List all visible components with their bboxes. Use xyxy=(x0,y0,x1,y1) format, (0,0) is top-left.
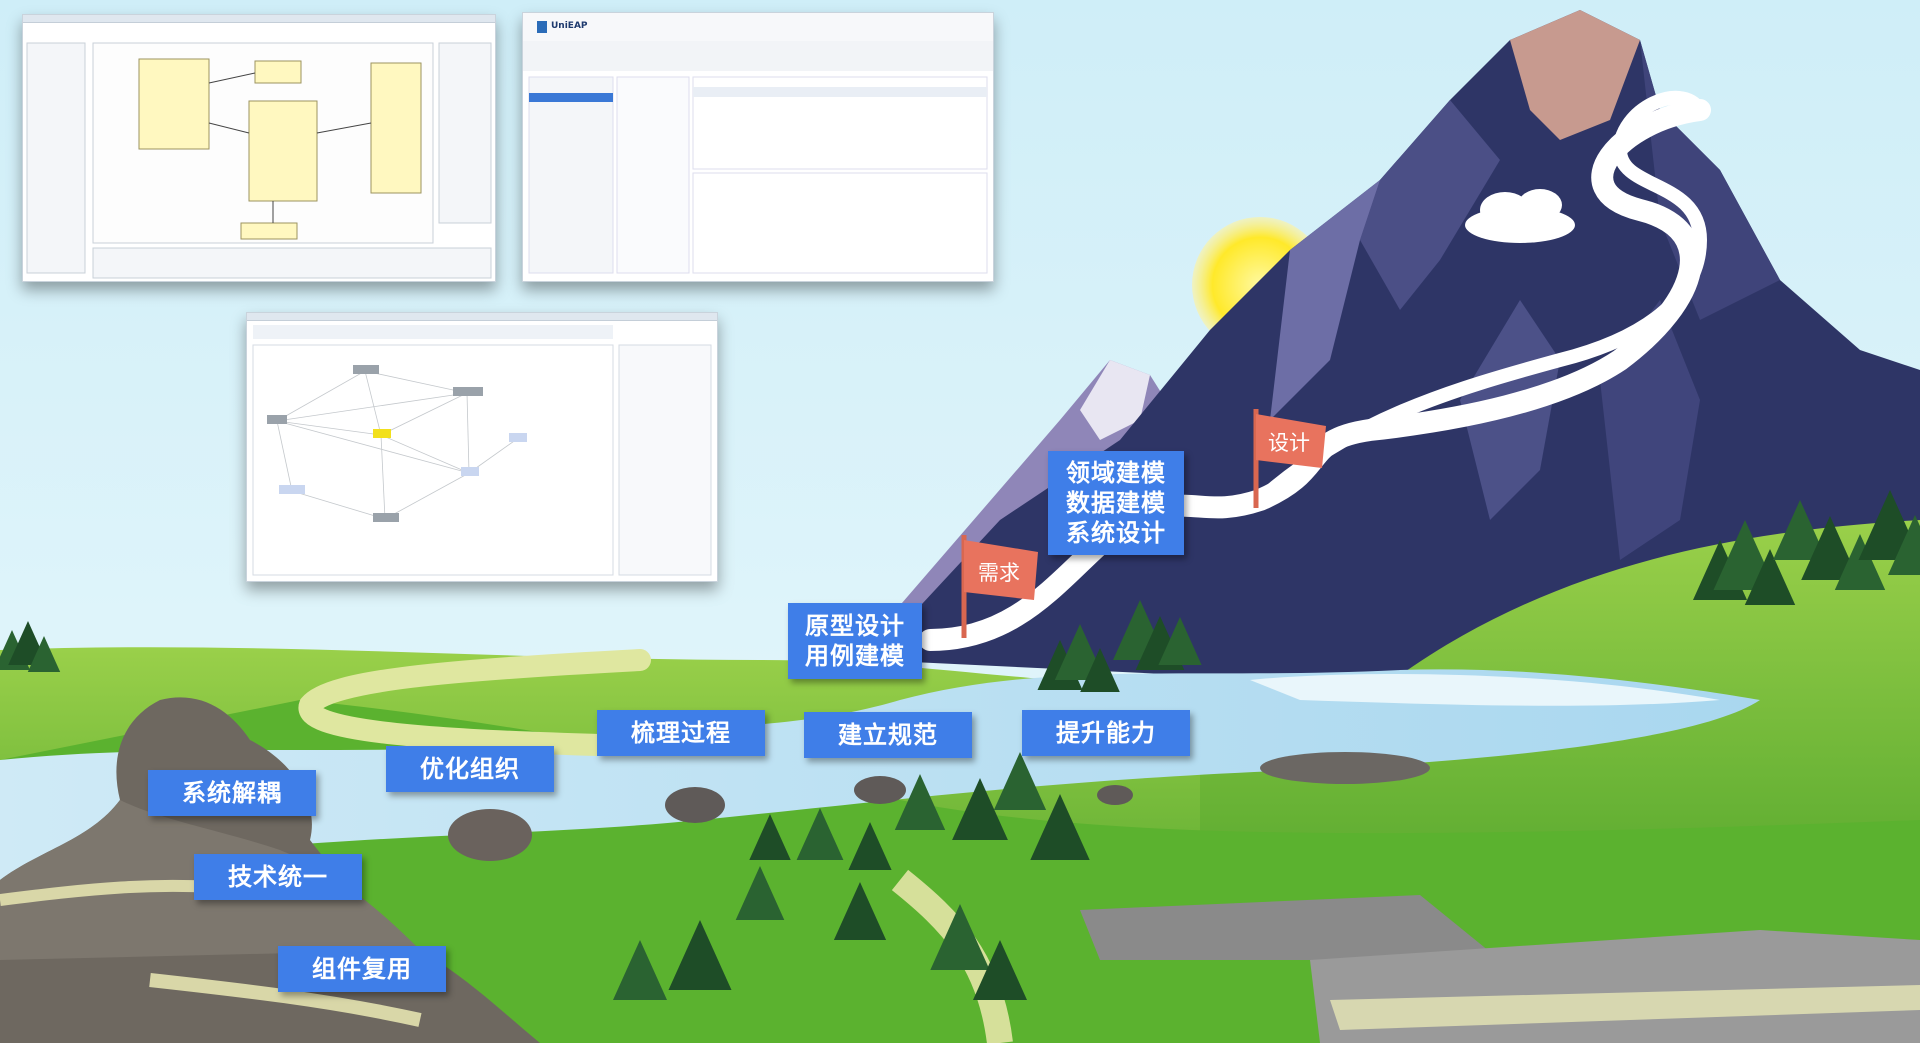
console-layout xyxy=(523,13,993,281)
flag-design: 设计 xyxy=(1253,409,1326,508)
uml-editor-screenshot xyxy=(22,14,496,282)
label-modeling-line2: 数据建模 xyxy=(1066,489,1166,517)
dependency-graph-screenshot xyxy=(246,312,718,582)
label-establish-standard: 建立规范 xyxy=(804,712,972,758)
label-decouple: 系统解耦 xyxy=(148,770,316,816)
unieap-logo-text: UniEAP xyxy=(551,21,588,31)
label-reuse-components: 组件复用 xyxy=(278,946,446,992)
label-unify-tech: 技术统一 xyxy=(194,854,362,900)
flag-design-text: 设计 xyxy=(1268,431,1310,455)
flag-requirement-text: 需求 xyxy=(978,561,1020,585)
label-prototype-line1: 原型设计 xyxy=(805,612,905,640)
unieap-console-screenshot: UniEAP xyxy=(522,12,994,282)
river-rock xyxy=(665,787,725,823)
flag-requirement: 需求 xyxy=(961,535,1038,638)
label-modeling-line1: 领域建模 xyxy=(1066,459,1166,487)
graph-diagram xyxy=(247,321,717,581)
label-improve-capability: 提升能力 xyxy=(1022,710,1190,756)
label-optimize-org: 优化组织 xyxy=(386,746,554,792)
label-modeling-line3: 系统设计 xyxy=(1066,519,1166,547)
label-prototype-usecase: 原型设计 用例建模 xyxy=(788,603,922,679)
uml-diagram xyxy=(23,23,495,281)
label-prototype-line2: 用例建模 xyxy=(805,642,905,670)
label-sort-process: 梳理过程 xyxy=(597,710,765,756)
label-domain-modeling: 领域建模 数据建模 系统设计 xyxy=(1048,451,1184,555)
